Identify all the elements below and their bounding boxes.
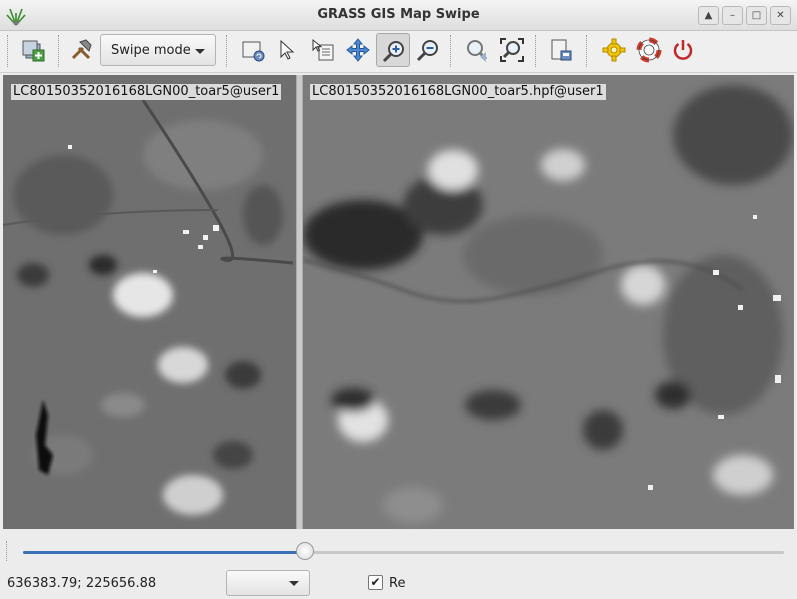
power-icon[interactable] xyxy=(666,33,700,67)
status-bar: 636383.79; 225656.88 ✔ Re xyxy=(0,569,797,599)
swipe-mode-dropdown[interactable]: Swipe mode xyxy=(100,34,216,66)
status-combo[interactable] xyxy=(226,570,310,596)
swipe-slider-fill xyxy=(23,551,305,554)
swipe-slider-bar xyxy=(0,535,797,569)
map-canvas[interactable]: LC80150352016168LGN00_toar5@user1 LC8015… xyxy=(3,75,794,529)
toolbar: Swipe mode xyxy=(0,31,797,73)
settings-gear-icon[interactable] xyxy=(597,33,631,67)
swipe-slider-handle[interactable] xyxy=(295,542,314,560)
coordinates-readout: 636383.79; 225656.88 xyxy=(7,576,157,591)
pointer-icon[interactable] xyxy=(270,33,304,67)
toolbar-separator xyxy=(226,35,229,67)
right-map-layer xyxy=(303,75,794,529)
swipe-slider-track[interactable] xyxy=(23,551,784,554)
toolbar-grip xyxy=(7,35,10,67)
toolbar-separator xyxy=(586,35,589,67)
zoom-extent-icon[interactable] xyxy=(495,33,529,67)
toolbar-separator xyxy=(450,35,453,67)
chevron-down-icon xyxy=(289,581,299,586)
chevron-down-icon xyxy=(195,49,205,54)
render-map-icon[interactable] xyxy=(236,33,270,67)
query-icon[interactable] xyxy=(306,33,340,67)
minimize-icon[interactable]: – xyxy=(722,6,743,25)
swipe-mode-label: Swipe mode xyxy=(111,43,191,58)
maximize-icon[interactable]: □ xyxy=(746,6,767,25)
render-checkbox-label: Re xyxy=(389,576,406,591)
window-title: GRASS GIS Map Swipe xyxy=(317,7,480,22)
pan-icon[interactable] xyxy=(341,33,375,67)
zoom-in-icon[interactable] xyxy=(376,33,410,67)
title-bar: GRASS GIS Map Swipe ▲ – □ ✕ xyxy=(0,0,797,31)
toolbar-grip xyxy=(6,541,10,561)
toolbar-separator xyxy=(535,35,538,67)
toolbar-separator xyxy=(58,35,61,67)
hammer-icon[interactable] xyxy=(64,33,98,67)
up-arrow-icon[interactable]: ▲ xyxy=(698,6,719,25)
close-icon[interactable]: ✕ xyxy=(770,6,791,25)
add-layers-icon[interactable] xyxy=(16,33,50,67)
right-layer-label: LC80150352016168LGN00_toar5.hpf@user1 xyxy=(310,84,606,100)
left-layer-label: LC80150352016168LGN00_toar5@user1 xyxy=(11,84,282,100)
zoom-out-icon[interactable] xyxy=(411,33,445,67)
left-map-layer xyxy=(3,75,296,529)
zoom-back-icon[interactable] xyxy=(460,33,494,67)
swipe-splitter[interactable] xyxy=(296,75,303,529)
save-image-icon[interactable] xyxy=(544,33,578,67)
render-checkbox[interactable]: ✔ xyxy=(368,575,383,590)
help-lifebuoy-icon[interactable] xyxy=(632,33,666,67)
